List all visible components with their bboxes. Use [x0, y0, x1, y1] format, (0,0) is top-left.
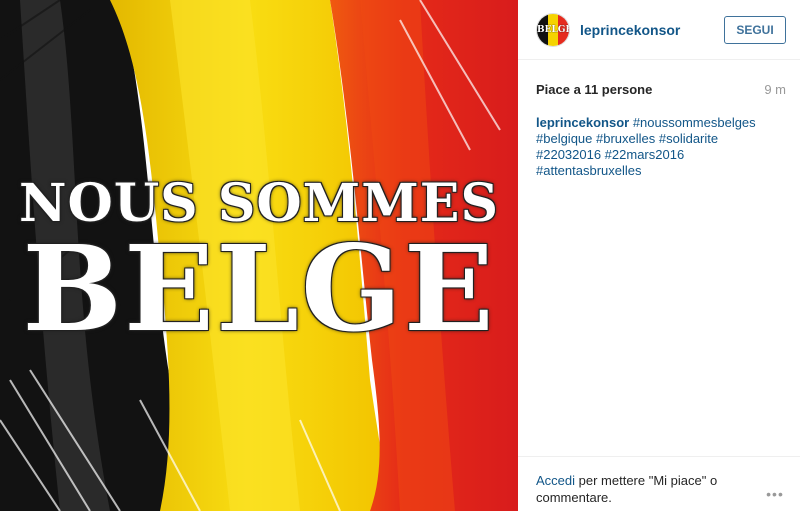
likes-count[interactable]: Piace a 11 persone — [536, 82, 652, 97]
login-link[interactable]: Accedi — [536, 473, 575, 488]
login-prompt: Accedi per mettere "Mi piace" o commenta… — [536, 472, 764, 511]
username-link[interactable]: leprincekonsor — [580, 22, 724, 38]
likes-row: Piace a 11 persone 9 m — [518, 60, 800, 97]
caption-username[interactable]: leprincekonsor — [536, 115, 629, 130]
post-footer: Accedi per mettere "Mi piace" o commenta… — [518, 456, 800, 511]
caption: leprincekonsor #noussommesbelges #belgiq… — [518, 97, 800, 179]
avatar[interactable]: BELGE — [536, 12, 570, 47]
headline-line2: BELGE — [22, 219, 496, 358]
post-header: BELGE leprincekonsor SEGUI — [518, 0, 800, 60]
ellipsis-icon[interactable]: ••• — [764, 472, 786, 511]
follow-button[interactable]: SEGUI — [724, 15, 786, 44]
post-time[interactable]: 9 m — [764, 82, 786, 97]
post-sidebar: BELGE leprincekonsor SEGUI Piace a 11 pe… — [518, 0, 800, 511]
avatar-text: BELGE — [537, 24, 570, 35]
post-image[interactable]: NOUS SOMMES BELGE — [0, 0, 518, 511]
